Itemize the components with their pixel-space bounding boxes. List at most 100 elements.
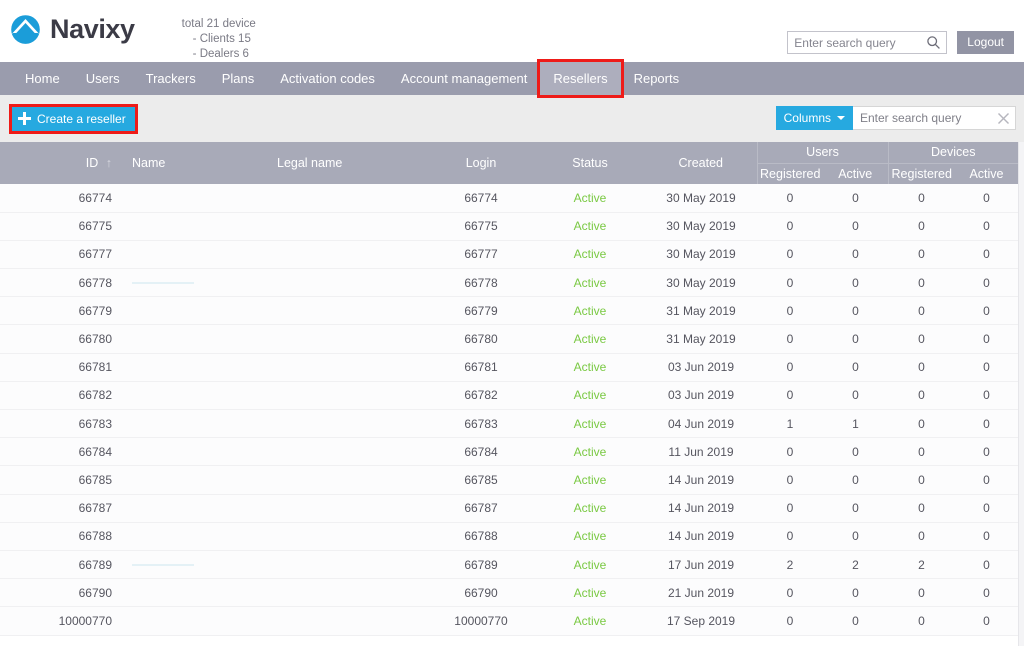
nav-item-users[interactable]: Users <box>73 62 133 95</box>
table-row[interactable]: 66781 66781 Active 03 Jun 2019 0 0 0 0 <box>0 353 1018 382</box>
cell-devices-active: 0 <box>955 550 1018 580</box>
table-row[interactable]: 66785 66785 Active 14 Jun 2019 0 0 0 0 <box>0 465 1018 495</box>
nav-item-trackers[interactable]: Trackers <box>133 62 209 95</box>
cell-legal-name <box>267 437 427 467</box>
column-header-login[interactable]: Login <box>427 142 535 184</box>
status-badge: Active <box>573 247 607 262</box>
row-gutter <box>0 212 18 241</box>
close-icon[interactable] <box>997 112 1010 125</box>
cell-status: Active <box>535 465 645 495</box>
cell-legal-name <box>267 409 427 439</box>
cell-devices-active: 0 <box>955 522 1018 551</box>
nav-item-home[interactable]: Home <box>12 62 73 95</box>
resellers-table-container: ID ↑ Name Legal name Login Status Create… <box>0 142 1024 646</box>
cell-devices-registered: 0 <box>888 268 955 298</box>
column-header-devices-registered[interactable]: Registered <box>887 163 955 184</box>
nav-item-account-management[interactable]: Account management <box>388 62 540 95</box>
table-row[interactable]: 66789 66789 Active 17 Jun 2019 2 2 2 0 <box>0 550 1018 580</box>
cell-login: 66779 <box>427 296 535 326</box>
cell-login: 66784 <box>427 437 535 467</box>
cell-users-registered: 1 <box>757 409 823 439</box>
columns-button[interactable]: Columns <box>775 106 853 130</box>
navixy-logo-icon <box>10 14 41 45</box>
table-row[interactable]: 66780 66780 Active 31 May 2019 0 0 0 0 <box>0 324 1018 354</box>
cell-name <box>122 465 267 495</box>
brand-name: Navixy <box>50 14 135 44</box>
row-gutter <box>0 550 18 580</box>
column-header-users-registered[interactable]: Registered <box>756 163 823 184</box>
table-row[interactable]: 66787 66787 Active 14 Jun 2019 0 0 0 0 <box>0 494 1018 523</box>
column-header-users-active[interactable]: Active <box>823 163 888 184</box>
column-header-legal-name[interactable]: Legal name <box>267 142 427 184</box>
cell-login: 66782 <box>427 381 535 411</box>
cell-users-active: 0 <box>823 522 888 551</box>
column-header-status[interactable]: Status <box>535 142 645 184</box>
cell-legal-name <box>267 494 427 523</box>
gutter-header <box>0 142 18 184</box>
cell-devices-active: 0 <box>955 578 1018 608</box>
table-row[interactable]: 66784 66784 Active 11 Jun 2019 0 0 0 0 <box>0 437 1018 467</box>
cell-users-active: 0 <box>823 324 888 354</box>
nav-item-reports[interactable]: Reports <box>621 62 693 95</box>
cell-users-active: 0 <box>823 465 888 495</box>
table-row[interactable]: 66779 66779 Active 31 May 2019 0 0 0 0 <box>0 296 1018 326</box>
cell-users-registered: 0 <box>757 494 823 523</box>
row-gutter <box>0 296 18 326</box>
row-gutter <box>0 409 18 439</box>
cell-status: Active <box>535 184 645 213</box>
nav-item-activation-codes[interactable]: Activation codes <box>267 62 388 95</box>
main-navigation: Home Users Trackers Plans Activation cod… <box>0 59 1024 98</box>
table-search-input[interactable] <box>853 107 1015 129</box>
row-gutter <box>0 240 18 270</box>
table-row[interactable]: 10000770 10000770 Active 17 Sep 2019 0 0 0 0 <box>0 606 1018 636</box>
table-row[interactable]: 66775 66775 Active 30 May 2019 0 0 0 0 <box>0 212 1018 241</box>
header-search-input[interactable] <box>788 32 947 53</box>
header-search[interactable] <box>787 31 948 54</box>
column-header-id[interactable]: ID ↑ <box>18 142 122 184</box>
status-badge: Active <box>573 472 607 487</box>
status-badge: Active <box>573 303 607 318</box>
cell-login: 66785 <box>427 465 535 495</box>
row-gutter <box>0 268 18 298</box>
cell-devices-active: 0 <box>955 409 1018 439</box>
column-group-header-devices: Devices <box>887 142 1018 164</box>
column-header-created[interactable]: Created <box>645 142 757 184</box>
table-row[interactable]: 66790 66790 Active 21 Jun 2019 0 0 0 0 <box>0 578 1018 608</box>
cell-name <box>122 578 267 608</box>
column-header-devices-active[interactable]: Active <box>955 163 1018 184</box>
table-row[interactable]: 66777 66777 Active 30 May 2019 0 0 0 0 <box>0 240 1018 270</box>
cell-devices-registered: 0 <box>888 494 955 523</box>
table-row[interactable]: 66782 66782 Active 03 Jun 2019 0 0 0 0 <box>0 381 1018 411</box>
cell-name <box>122 268 267 298</box>
plus-icon <box>18 112 31 125</box>
cell-devices-registered: 2 <box>888 550 955 580</box>
cell-login: 66789 <box>427 550 535 580</box>
cell-users-active: 1 <box>823 409 888 439</box>
nav-item-resellers[interactable]: Resellers <box>537 59 624 98</box>
cell-created: 30 May 2019 <box>645 184 757 213</box>
cell-created: 03 Jun 2019 <box>645 381 757 411</box>
column-header-name[interactable]: Name <box>122 142 267 184</box>
table-row[interactable]: 66774 66774 Active 30 May 2019 0 0 0 0 <box>0 184 1018 213</box>
cell-devices-registered: 0 <box>888 184 955 213</box>
totals-line-clients: - Clients 15 <box>192 33 251 45</box>
cell-login: 66778 <box>427 268 535 298</box>
cell-login: 66780 <box>427 324 535 354</box>
create-reseller-button[interactable]: Create a reseller <box>9 103 138 134</box>
cell-users-registered: 0 <box>757 353 823 382</box>
cell-status: Active <box>535 494 645 523</box>
nav-item-plans[interactable]: Plans <box>209 62 268 95</box>
row-gutter <box>0 606 18 636</box>
chevron-down-icon <box>837 116 845 120</box>
table-row[interactable]: 66788 66788 Active 14 Jun 2019 0 0 0 0 <box>0 522 1018 551</box>
cell-users-registered: 0 <box>757 381 823 411</box>
cell-users-active: 0 <box>823 184 888 213</box>
status-badge: Active <box>573 360 607 375</box>
cell-status: Active <box>535 268 645 298</box>
table-row[interactable]: 66778 66778 Active 30 May 2019 0 0 0 0 <box>0 268 1018 298</box>
cell-devices-active: 0 <box>955 465 1018 495</box>
cell-legal-name <box>267 606 427 636</box>
logout-button[interactable]: Logout <box>957 31 1014 54</box>
table-search[interactable] <box>853 106 1016 130</box>
table-row[interactable]: 66783 66783 Active 04 Jun 2019 1 1 0 0 <box>0 409 1018 439</box>
